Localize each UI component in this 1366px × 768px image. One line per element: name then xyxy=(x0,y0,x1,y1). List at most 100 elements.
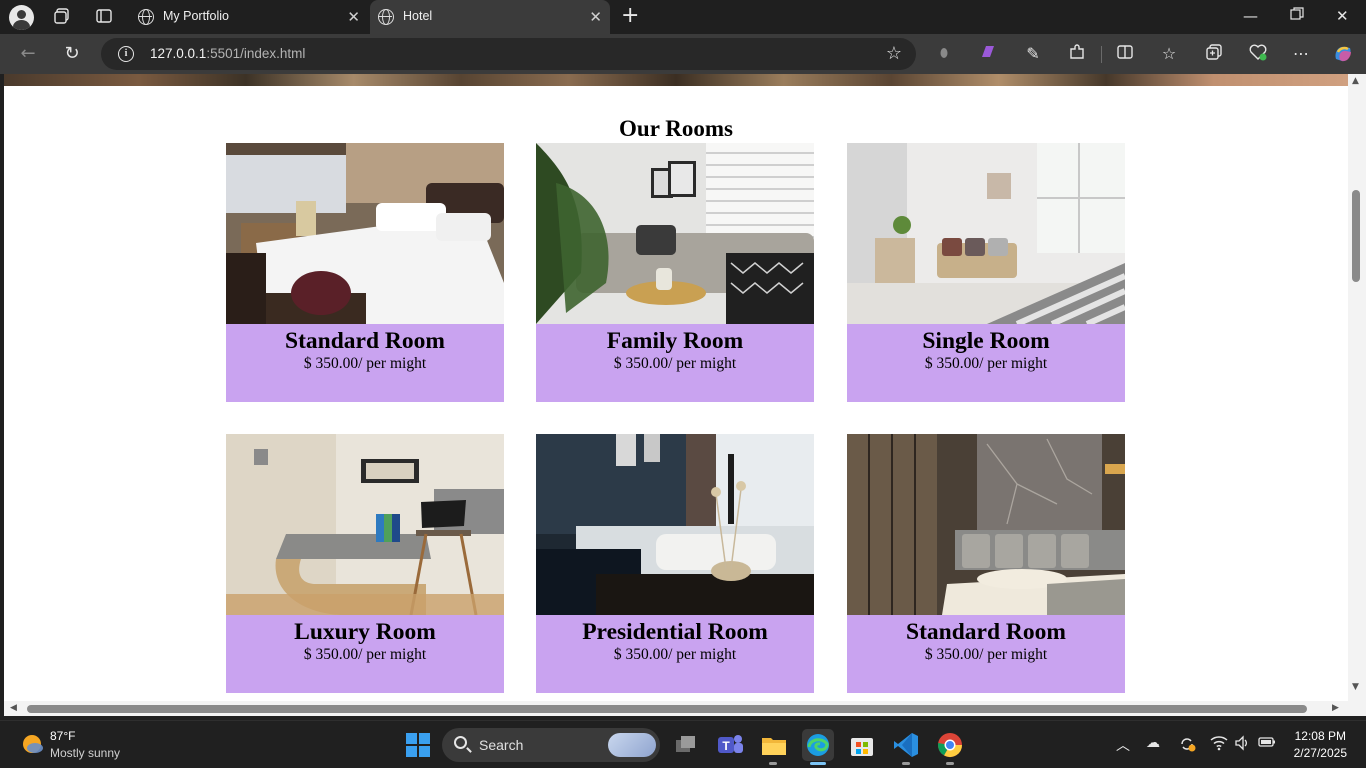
sync-update-icon[interactable] xyxy=(1178,735,1196,757)
svg-text:T: T xyxy=(722,739,730,753)
weather-sun-icon[interactable] xyxy=(20,732,44,756)
scrollbar-corner xyxy=(1348,701,1366,716)
room-price: $ 350.00/ per might xyxy=(613,646,737,663)
scroll-up-arrow-icon[interactable]: ▲ xyxy=(1352,76,1359,86)
room-photo xyxy=(536,143,814,324)
toolbar-divider xyxy=(1101,46,1102,63)
taskbar-search[interactable]: Search xyxy=(442,728,660,762)
new-tab-button[interactable]: + xyxy=(621,3,639,28)
onedrive-cloud-icon[interactable]: ☁ xyxy=(1146,735,1160,751)
favorites-icon[interactable]: ☆ xyxy=(1158,43,1180,65)
room-info: Standard Room $ 350.00/ per might xyxy=(226,324,504,402)
room-name: Family Room xyxy=(606,328,744,354)
wifi-icon[interactable] xyxy=(1210,735,1228,755)
show-hidden-icons-chevron-icon[interactable]: ︿ xyxy=(1116,735,1130,755)
profile-avatar-icon[interactable] xyxy=(9,5,34,30)
favorite-star-icon[interactable]: ☆ xyxy=(886,43,902,64)
room-photo xyxy=(536,434,814,615)
horizontal-scroll-thumb[interactable] xyxy=(27,705,1307,713)
address-bar[interactable]: i 127.0.0.1:5501/index.html ☆ xyxy=(101,38,916,70)
vertical-scroll-thumb[interactable] xyxy=(1352,190,1360,282)
scroll-left-arrow-icon[interactable]: ◀ xyxy=(10,703,17,713)
vertical-tabs-icon[interactable] xyxy=(94,7,114,27)
copilot-extension-icon[interactable] xyxy=(977,43,999,65)
room-photo xyxy=(226,434,504,615)
collections-icon[interactable] xyxy=(1203,43,1225,65)
section-title: Our Rooms xyxy=(619,116,733,141)
room-card[interactable]: Family Room $ 350.00/ per might xyxy=(536,143,814,402)
clock-date[interactable]: 2/27/2025 xyxy=(1294,746,1347,760)
weather-description[interactable]: Mostly sunny xyxy=(50,746,120,760)
workspaces-icon[interactable] xyxy=(52,7,72,27)
clock-time[interactable]: 12:08 PM xyxy=(1295,729,1346,743)
page-viewport: Our Rooms Standard Room $ 350.00/ per mi… xyxy=(4,74,1348,701)
room-name: Standard Room xyxy=(906,619,1066,645)
vscode-icon[interactable] xyxy=(890,729,922,761)
more-options-icon[interactable]: ⋯ xyxy=(1290,43,1312,65)
room-price: $ 350.00/ per might xyxy=(303,646,427,663)
start-windows-icon[interactable] xyxy=(402,729,434,761)
room-card[interactable]: Presidential Room $ 350.00/ per might xyxy=(536,434,814,693)
scroll-down-arrow-icon[interactable]: ▼ xyxy=(1352,682,1359,692)
browser-tab-bar: My Portfolio ✕ Hotel ✕ + — ✕ xyxy=(0,0,1366,34)
hero-image-bottom xyxy=(4,74,1348,86)
room-price: $ 350.00/ per might xyxy=(924,355,1048,372)
globe-icon xyxy=(378,9,394,25)
horizontal-scrollbar[interactable]: ◀ ▶ xyxy=(4,701,1348,716)
volume-icon[interactable] xyxy=(1234,735,1250,755)
room-photo xyxy=(847,143,1125,324)
running-indicator xyxy=(946,762,954,765)
weather-temperature[interactable]: 87°F xyxy=(50,729,75,743)
url-text[interactable]: 127.0.0.1:5501/index.html xyxy=(150,46,305,61)
extensions-puzzle-icon[interactable] xyxy=(1066,43,1088,65)
room-price: $ 350.00/ per might xyxy=(924,646,1048,663)
site-info-icon[interactable]: i xyxy=(118,46,134,62)
file-explorer-icon[interactable] xyxy=(758,729,790,761)
edge-browser-icon[interactable] xyxy=(802,729,834,761)
task-view-icon[interactable] xyxy=(670,729,702,761)
room-photo xyxy=(847,434,1125,615)
extension-icon[interactable] xyxy=(933,43,955,65)
room-price: $ 350.00/ per might xyxy=(303,355,427,372)
close-window-icon[interactable]: ✕ xyxy=(1336,7,1349,25)
room-price: $ 350.00/ per might xyxy=(613,355,737,372)
close-tab-icon[interactable]: ✕ xyxy=(589,8,602,26)
tab-hotel[interactable]: Hotel ✕ xyxy=(370,0,610,34)
eyedropper-icon[interactable]: ✎ xyxy=(1022,43,1044,65)
battery-icon[interactable] xyxy=(1258,735,1276,753)
split-screen-icon[interactable] xyxy=(1114,43,1136,65)
teams-icon[interactable]: T xyxy=(714,729,746,761)
vertical-scrollbar[interactable]: ▲ ▼ xyxy=(1348,74,1366,701)
back-arrow-icon[interactable]: ← xyxy=(16,42,40,66)
microsoft-store-icon[interactable] xyxy=(846,729,878,761)
chrome-icon[interactable] xyxy=(934,729,966,761)
room-info: Single Room $ 350.00/ per might xyxy=(847,324,1125,402)
browser-essentials-icon[interactable] xyxy=(1247,43,1269,65)
restore-icon[interactable] xyxy=(1290,7,1304,25)
room-name: Single Room xyxy=(922,328,1050,354)
tab-title: My Portfolio xyxy=(163,9,229,23)
search-highlight-image xyxy=(608,733,656,757)
running-indicator xyxy=(902,762,910,765)
room-photo xyxy=(226,143,504,324)
tab-my-portfolio[interactable]: My Portfolio ✕ xyxy=(130,0,368,34)
room-name: Standard Room xyxy=(285,328,445,354)
running-indicator xyxy=(769,762,777,765)
browser-toolbar: ← ↻ i 127.0.0.1:5501/index.html ☆ ✎ ☆ ⋯ xyxy=(0,34,1366,74)
minimize-icon[interactable]: — xyxy=(1243,7,1258,25)
room-info: Presidential Room $ 350.00/ per might xyxy=(536,615,814,693)
room-card[interactable]: Luxury Room $ 350.00/ per might xyxy=(226,434,504,693)
room-info: Standard Room $ 350.00/ per might xyxy=(847,615,1125,693)
search-label: Search xyxy=(479,737,524,753)
room-info: Family Room $ 350.00/ per might xyxy=(536,324,814,402)
tab-title: Hotel xyxy=(403,9,433,23)
windows-taskbar: 87°F Mostly sunny Search T ︿ ☁ 12:08 PM … xyxy=(0,720,1366,768)
room-card[interactable]: Standard Room $ 350.00/ per might xyxy=(847,434,1125,693)
scroll-right-arrow-icon[interactable]: ▶ xyxy=(1332,703,1339,713)
refresh-icon[interactable]: ↻ xyxy=(60,42,84,66)
search-icon xyxy=(454,736,467,749)
close-tab-icon[interactable]: ✕ xyxy=(347,8,360,26)
copilot-icon[interactable] xyxy=(1332,43,1354,65)
room-card[interactable]: Standard Room $ 350.00/ per might xyxy=(226,143,504,402)
room-card[interactable]: Single Room $ 350.00/ per might xyxy=(847,143,1125,402)
